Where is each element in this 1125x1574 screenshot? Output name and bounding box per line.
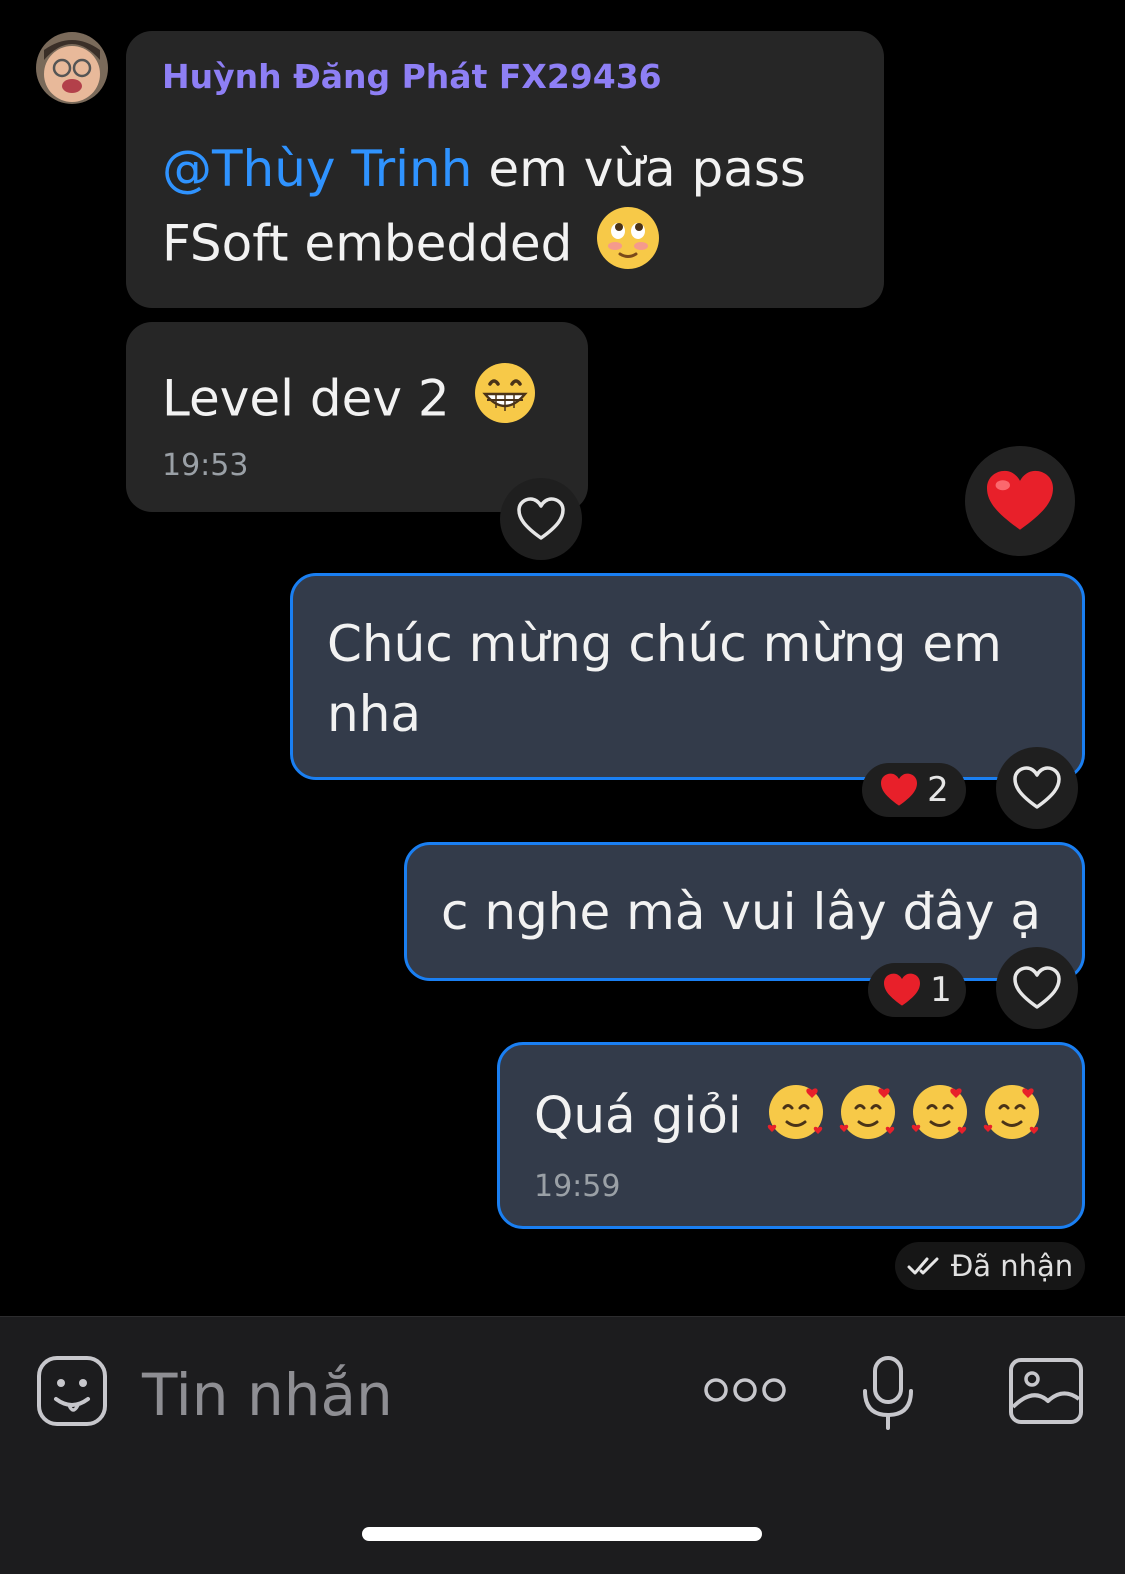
delivery-status: Đã nhận — [895, 1242, 1085, 1290]
reaction-count: 1 — [930, 970, 952, 1010]
message-line: Quá giỏi — [534, 1078, 1040, 1160]
reaction-summary[interactable]: 1 — [868, 963, 966, 1017]
react-heart-button[interactable] — [996, 947, 1078, 1029]
message-line-1: Chúc mừng chúc mừng em — [327, 615, 1002, 673]
outgoing-message-1[interactable]: Chúc mừng chúc mừng em nha — [290, 573, 1085, 780]
microphone-icon[interactable] — [860, 1355, 916, 1435]
message-line-1: @Thùy Trinh em vừa pass — [162, 134, 806, 204]
grin-emoji-icon — [472, 360, 538, 444]
image-gallery-icon[interactable] — [1008, 1357, 1084, 1429]
heart-outline-icon — [1013, 766, 1061, 809]
red-heart-icon — [884, 973, 921, 1006]
sender-name[interactable]: Huỳnh Đăng Phát FX29436 — [162, 57, 662, 96]
smiling-face-with-hearts-icon — [764, 1078, 1040, 1160]
message-line: Level dev 2 — [162, 360, 538, 444]
message-text: Quá giỏi — [534, 1086, 742, 1145]
more-options-icon[interactable] — [704, 1375, 786, 1409]
sticker-icon[interactable] — [36, 1355, 108, 1431]
double-check-icon — [907, 1257, 939, 1275]
message-text: em vừa pass — [472, 140, 806, 198]
reaction-count: 2 — [927, 770, 949, 810]
home-indicator[interactable] — [362, 1527, 762, 1541]
message-text: Level dev 2 — [162, 369, 450, 428]
red-heart-icon — [987, 470, 1053, 530]
chat-screen: Huỳnh Đăng Phát FX29436 @Thùy Trinh em v… — [0, 0, 1125, 1574]
incoming-message-1[interactable]: Huỳnh Đăng Phát FX29436 @Thùy Trinh em v… — [126, 31, 884, 308]
outgoing-message-2[interactable]: c nghe mà vui lây đây ạ — [404, 842, 1085, 981]
outgoing-message-3[interactable]: Quá giỏi 19:59 — [497, 1042, 1085, 1229]
message-timestamp: 19:59 — [534, 1169, 621, 1204]
react-heart-button[interactable] — [996, 747, 1078, 829]
rolling-eyes-blush-emoji-icon — [594, 204, 662, 290]
message-timestamp: 19:53 — [162, 448, 249, 483]
delivery-status-label: Đã nhận — [950, 1249, 1074, 1283]
message-input[interactable]: Tin nhắn — [142, 1361, 393, 1429]
reaction-summary[interactable]: 2 — [862, 763, 966, 817]
quick-heart-reaction-button[interactable] — [965, 446, 1075, 556]
message-line-2: FSoft embedded — [162, 204, 662, 290]
mention-link[interactable]: @Thùy Trinh — [162, 140, 472, 198]
heart-outline-icon — [517, 497, 565, 540]
message-text: FSoft embedded — [162, 214, 573, 273]
red-heart-icon — [881, 773, 918, 806]
sender-avatar[interactable] — [36, 32, 108, 104]
message-line-2: nha — [327, 685, 422, 743]
react-heart-button[interactable] — [500, 478, 582, 560]
message-composer: Tin nhắn — [0, 1316, 1125, 1574]
heart-outline-icon — [1013, 966, 1061, 1009]
message-line: c nghe mà vui lây đây ạ — [441, 883, 1041, 941]
